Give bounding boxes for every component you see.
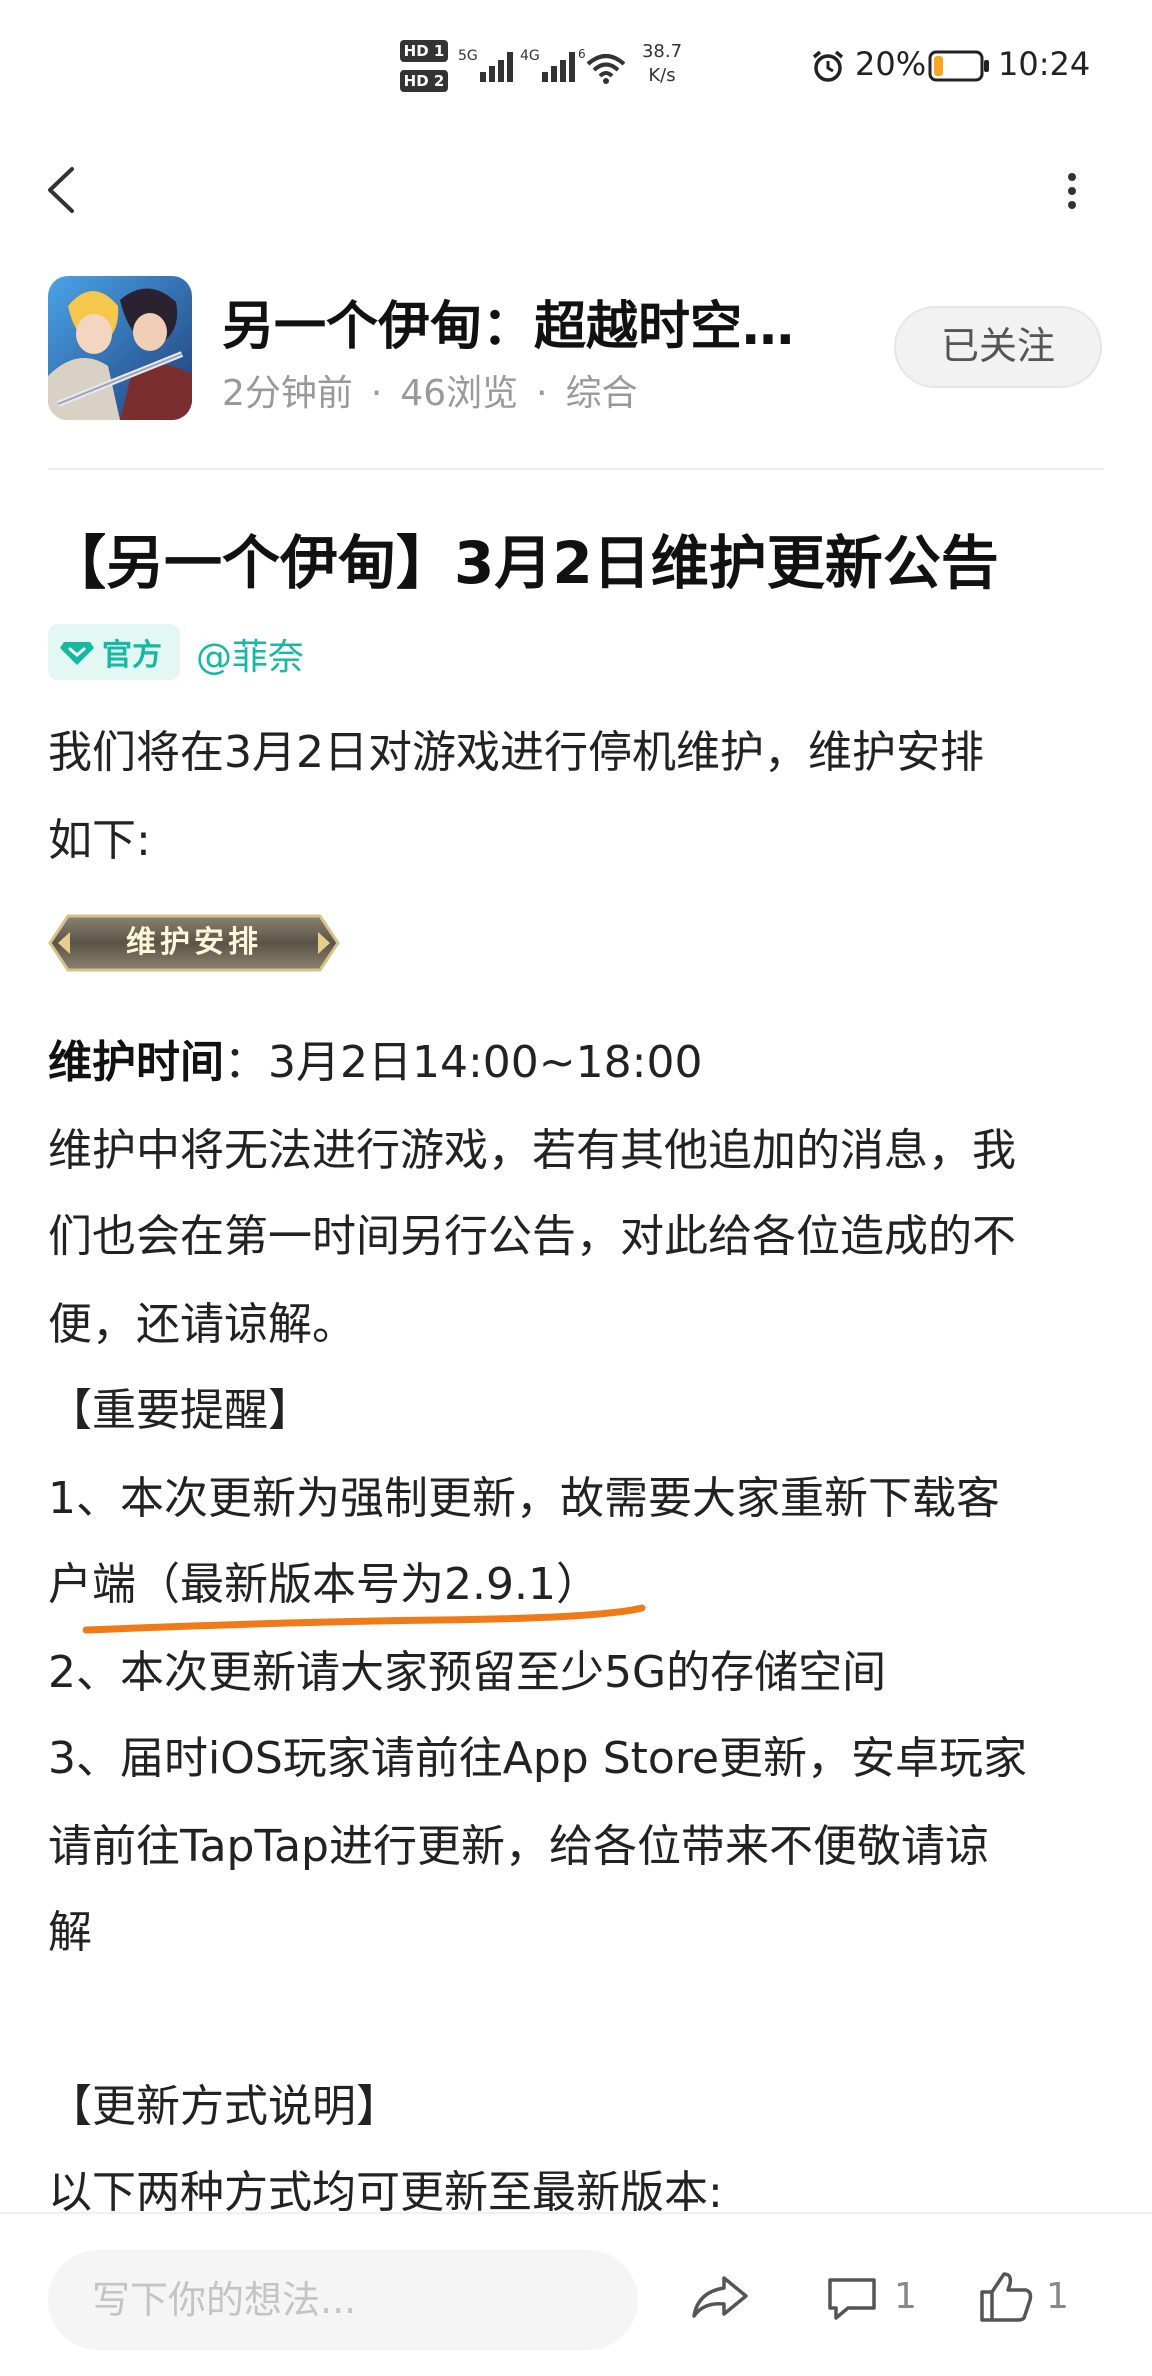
section-banner: 维护安排 [48, 910, 340, 976]
bottom-action-bar: 1 1 [0, 2212, 1152, 2376]
body-line-3: 便，还请谅解。 [48, 1299, 356, 1350]
maintenance-time-value: ：3月2日14:00~18:00 [224, 1037, 703, 1088]
follow-button[interactable]: 已关注 [894, 306, 1102, 388]
diamond-check-icon [60, 642, 94, 665]
author-link[interactable]: @菲奈 [196, 628, 304, 680]
update-line: 以下两种方式均可更新至最新版本: [48, 2167, 723, 2218]
wifi-icon: 6 [578, 46, 630, 90]
status-bar: HD 1 HD 2 5G 4G 6 38.7 K/s 20% 10:24 [0, 0, 1152, 130]
net-speed: 38.7 K/s [632, 40, 692, 88]
comment-count: 1 [894, 2276, 917, 2317]
signal1-label: 5G [458, 48, 478, 64]
game-avatar[interactable] [48, 276, 192, 420]
official-badge: 官方 [48, 624, 180, 680]
reminder-item-2: 2、本次更新请大家预留至少5G的存储空间 [48, 1647, 887, 1698]
app-page: HD 1 HD 2 5G 4G 6 38.7 K/s 20% 10:24 另一个… [0, 0, 1152, 2376]
update-heading: 【更新方式说明】 [48, 2081, 400, 2132]
post-time-ago: 2分钟前 [222, 373, 353, 414]
clock: 10:24 [998, 45, 1091, 83]
net-speed-unit: K/s [648, 65, 676, 86]
maintenance-time-label: 维护时间 [48, 1037, 224, 1088]
reminder-item-1-line-1: 1、本次更新为强制更新，故需要大家重新下载客 [48, 1473, 1000, 1524]
reminder-item-3-line-2: 请前往TapTap进行更新，给各位带来不便敬请谅 [48, 1821, 989, 1872]
signal-5g-icon: 5G [458, 46, 528, 90]
header-divider [48, 468, 1104, 470]
thumbs-up-icon[interactable] [978, 2270, 1034, 2328]
signal2-label: 4G [520, 48, 540, 64]
like-count: 1 [1046, 2276, 1069, 2317]
share-icon[interactable] [690, 2272, 750, 2326]
reminder-heading: 【重要提醒】 [48, 1385, 312, 1436]
game-title[interactable]: 另一个伊甸：超越时空… [222, 284, 822, 359]
official-label: 官方 [102, 638, 162, 673]
comment-icon[interactable] [824, 2274, 880, 2328]
alarm-icon [810, 48, 846, 88]
hd-indicators: HD 1 HD 2 [400, 40, 450, 100]
post-meta: 2分钟前 · 46浏览 · 综合 [222, 373, 638, 414]
body-line-1: 维护中将无法进行游戏，若有其他追加的消息，我 [48, 1125, 1016, 1176]
comment-input[interactable] [48, 2250, 638, 2350]
intro-line-1: 我们将在3月2日对游戏进行停机维护，维护安排 [48, 727, 984, 778]
back-icon[interactable] [44, 165, 78, 219]
intro-line-2: 如下: [48, 815, 151, 866]
body-line-2: 们也会在第一时间另行公告，对此给各位造成的不 [48, 1211, 1016, 1262]
maintenance-time: 维护时间：3月2日14:00~18:00 [48, 1026, 1108, 1090]
hd2-badge: HD 2 [400, 70, 448, 92]
battery-icon [928, 50, 990, 86]
reminder-item-3-line-1: 3、届时iOS玩家请前往App Store更新，安卓玩家 [48, 1733, 1028, 1784]
reminder-item-3-line-3: 解 [48, 1907, 92, 1958]
battery-percent: 20% [855, 45, 927, 83]
net-speed-value: 38.7 [641, 41, 683, 62]
wifi-label: 6 [578, 47, 586, 61]
post-views: 46浏览 [400, 373, 519, 414]
post-category[interactable]: 综合 [566, 373, 638, 414]
banner-label: 维护安排 [126, 925, 262, 960]
more-vertical-icon[interactable] [1055, 172, 1089, 216]
article-title: 【另一个伊甸】3月2日维护更新公告 [48, 529, 999, 597]
hd1-badge: HD 1 [400, 40, 448, 62]
